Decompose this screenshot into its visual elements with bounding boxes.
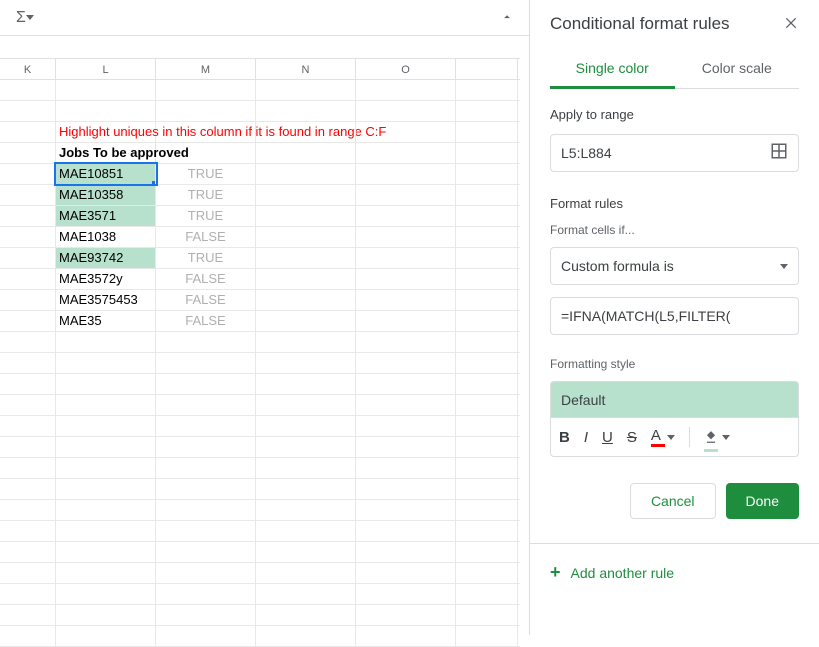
spreadsheet[interactable]: K L M N O Highlight uniques in this colu… xyxy=(0,58,520,647)
col-header[interactable]: M xyxy=(156,59,256,79)
table-row[interactable]: MAE3575453FALSE xyxy=(0,290,520,311)
table-row[interactable]: MAE3571TRUE xyxy=(0,206,520,227)
panel-tabs: Single color Color scale xyxy=(550,52,799,89)
underline-button[interactable]: U xyxy=(602,429,613,446)
add-rule-label: Add another rule xyxy=(571,565,675,581)
table-row[interactable] xyxy=(0,626,520,647)
formula-input-box[interactable] xyxy=(550,297,799,335)
done-button[interactable]: Done xyxy=(726,483,799,519)
panel-title: Conditional format rules xyxy=(550,14,730,34)
chevron-down-icon xyxy=(722,435,730,440)
table-row[interactable] xyxy=(0,479,520,500)
col-header[interactable] xyxy=(456,59,518,79)
fill-icon xyxy=(704,430,718,444)
table-row[interactable]: MAE1038FALSE xyxy=(0,227,520,248)
table-row[interactable]: MAE93742TRUE xyxy=(0,248,520,269)
style-label: Formatting style xyxy=(550,357,799,371)
range-input-box[interactable] xyxy=(550,134,799,172)
table-row[interactable] xyxy=(0,101,520,122)
table-row[interactable] xyxy=(0,605,520,626)
table-row[interactable]: MAE10358TRUE xyxy=(0,185,520,206)
separator xyxy=(689,427,690,447)
chevron-up-icon xyxy=(500,10,514,24)
range-input[interactable] xyxy=(561,145,770,161)
table-row[interactable] xyxy=(0,332,520,353)
table-row[interactable] xyxy=(0,416,520,437)
sigma-icon: Σ xyxy=(16,9,26,27)
condition-value: Custom formula is xyxy=(561,258,674,274)
chevron-down-icon xyxy=(26,15,34,20)
add-rule-button[interactable]: + Add another rule xyxy=(550,562,799,583)
cancel-button[interactable]: Cancel xyxy=(630,483,716,519)
chevron-down-icon xyxy=(667,435,675,440)
condition-select[interactable]: Custom formula is xyxy=(550,247,799,285)
rows: Highlight uniques in this column if it i… xyxy=(0,80,520,647)
table-row[interactable]: MAE10851TRUE xyxy=(0,164,520,185)
close-icon xyxy=(783,15,799,31)
close-button[interactable] xyxy=(783,15,799,34)
column-headers: K L M N O xyxy=(0,58,520,80)
apply-range-label: Apply to range xyxy=(550,107,799,122)
col-header[interactable]: K xyxy=(0,59,56,79)
style-toolbar: B I U S A xyxy=(550,417,799,457)
table-row[interactable] xyxy=(0,80,520,101)
col-header[interactable]: N xyxy=(256,59,356,79)
text-color-button[interactable]: A xyxy=(651,427,675,447)
table-row[interactable]: MAE35FALSE xyxy=(0,311,520,332)
tab-single-color[interactable]: Single color xyxy=(550,52,675,89)
style-preview[interactable]: Default xyxy=(550,381,799,417)
table-row[interactable] xyxy=(0,563,520,584)
formula-input[interactable] xyxy=(561,308,788,324)
chevron-down-icon xyxy=(780,264,788,269)
bold-button[interactable]: B xyxy=(559,429,570,446)
table-row[interactable]: MAE3572yFALSE xyxy=(0,269,520,290)
table-row[interactable] xyxy=(0,584,520,605)
table-row[interactable] xyxy=(0,542,520,563)
table-row[interactable] xyxy=(0,458,520,479)
functions-sigma-button[interactable]: Σ xyxy=(10,5,40,31)
table-row[interactable]: Jobs To be approved xyxy=(0,143,520,164)
col-header[interactable]: O xyxy=(356,59,456,79)
collapse-panel-button[interactable] xyxy=(500,10,514,29)
col-header[interactable]: L xyxy=(56,59,156,79)
cells-if-label: Format cells if... xyxy=(550,223,799,237)
format-rules-label: Format rules xyxy=(550,196,799,211)
table-row[interactable] xyxy=(0,521,520,542)
table-row[interactable] xyxy=(0,374,520,395)
strikethrough-button[interactable]: S xyxy=(627,429,637,446)
plus-icon: + xyxy=(550,562,561,583)
select-range-icon[interactable] xyxy=(770,142,788,165)
fill-color-button[interactable] xyxy=(704,429,730,446)
table-row[interactable] xyxy=(0,353,520,374)
panel-actions: Cancel Done xyxy=(550,483,799,519)
table-row[interactable] xyxy=(0,437,520,458)
italic-button[interactable]: I xyxy=(584,429,588,446)
table-row[interactable] xyxy=(0,395,520,416)
conditional-format-panel: Conditional format rules Single color Co… xyxy=(529,0,819,635)
tab-color-scale[interactable]: Color scale xyxy=(675,52,800,88)
table-row[interactable]: Highlight uniques in this column if it i… xyxy=(0,122,520,143)
table-row[interactable] xyxy=(0,500,520,521)
divider xyxy=(530,543,819,544)
